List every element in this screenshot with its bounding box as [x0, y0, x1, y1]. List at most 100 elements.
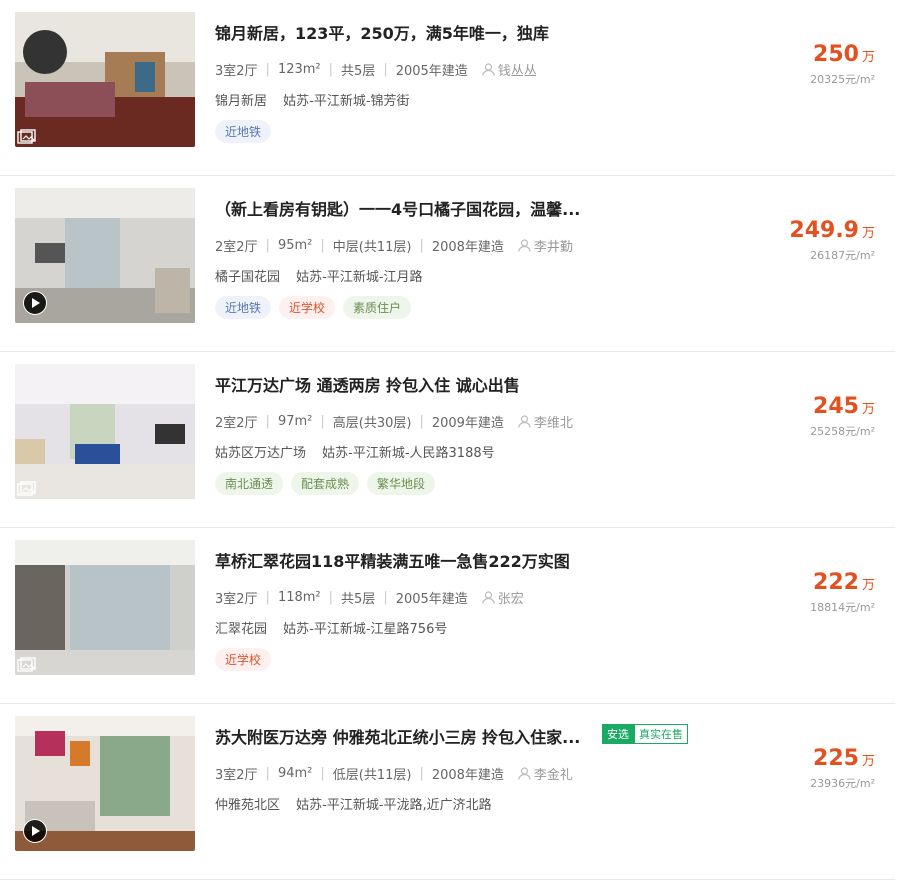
unit-price: 18814元/m² [810, 601, 875, 614]
tag: 近地铁 [215, 296, 272, 319]
floor: 中层(共11层) [332, 240, 412, 255]
badge-anxuan: 安选 [602, 724, 634, 744]
title-badges: 安选 真实在售 [602, 724, 688, 744]
floor: 共5层 [341, 64, 376, 79]
build-year: 2008年建造 [431, 768, 504, 783]
build-year: 2008年建造 [431, 240, 504, 255]
build-year: 2005年建造 [395, 64, 468, 79]
list-item[interactable]: 苏大附医万达旁 仲雅苑北正统小三房 拎包入住家... 安选 真实在售 3室2厅 |… [0, 704, 895, 880]
listing-info: 2室2厅 | 97m² | 高层(共30层) | 2009年建造 李维北 [215, 412, 573, 431]
price-unit: 万 [861, 402, 875, 417]
listing-photo[interactable] [15, 12, 195, 147]
community-link[interactable]: 橘子国花园 [215, 270, 280, 285]
area: 118m² [277, 590, 321, 605]
person-icon [518, 415, 531, 428]
listing-tags: 近地铁 [215, 120, 279, 143]
listing-tags: 近地铁 近学校 素质住户 [215, 296, 419, 319]
tag: 近地铁 [215, 120, 272, 143]
layout: 3室2厅 [215, 592, 258, 607]
tag: 近学校 [215, 648, 272, 671]
agent-name: 钱丛丛 [497, 64, 537, 79]
total-price: 222 [813, 570, 859, 595]
play-icon[interactable] [23, 819, 47, 843]
listing-photo[interactable] [15, 364, 195, 499]
layout: 3室2厅 [215, 64, 258, 79]
agent[interactable]: 钱丛丛 [482, 60, 537, 79]
floor: 高层(共30层) [332, 416, 412, 431]
tag: 素质住户 [343, 296, 412, 319]
area: 94m² [277, 766, 313, 781]
total-price: 225 [813, 746, 859, 771]
price-block: 249.9 万 26187元/m² [789, 218, 875, 263]
listing-title[interactable]: （新上看房有钥匙）一一4号口橘子国花园，温馨... [215, 196, 580, 220]
tag: 繁华地段 [367, 472, 436, 495]
district-link[interactable]: 姑苏-平江新城-人民路3188号 [322, 446, 494, 461]
list-item[interactable]: 草桥汇翠花园118平精装满五唯一急售222万实图 3室2厅 | 118m² | 共5… [0, 528, 895, 704]
price-block: 250 万 20325元/m² [810, 42, 875, 87]
listing-tags: 南北通透 配套成熟 繁华地段 [215, 472, 443, 495]
person-icon [518, 767, 531, 780]
listing-tags: 近学校 [215, 648, 279, 671]
area: 123m² [277, 62, 321, 77]
listing-title[interactable]: 苏大附医万达旁 仲雅苑北正统小三房 拎包入住家... [215, 724, 580, 748]
build-year: 2005年建造 [395, 592, 468, 607]
district-link[interactable]: 姑苏-平江新城-江星路756号 [283, 622, 447, 637]
unit-price: 23936元/m² [810, 777, 875, 790]
community-link[interactable]: 汇翠花园 [215, 622, 267, 637]
person-icon [518, 239, 531, 252]
price-unit: 万 [861, 754, 875, 769]
play-icon[interactable] [23, 291, 47, 315]
total-price: 249.9 [789, 218, 859, 243]
district-link[interactable]: 姑苏-平江新城-锦芳街 [283, 94, 409, 109]
listing-info: 3室2厅 | 118m² | 共5层 | 2005年建造 张宏 [215, 588, 524, 607]
tag: 南北通透 [215, 472, 284, 495]
agent[interactable]: 李井勤 [518, 236, 573, 255]
photo-icon [17, 129, 36, 144]
district-link[interactable]: 姑苏-平江新城-江月路 [296, 270, 422, 285]
agent-name: 李金礼 [533, 768, 573, 783]
agent-name: 张宏 [497, 592, 524, 607]
total-price: 245 [813, 394, 859, 419]
listing-address: 汇翠花园 姑苏-平江新城-江星路756号 [215, 618, 459, 637]
unit-price: 25258元/m² [810, 425, 875, 438]
layout: 2室2厅 [215, 240, 258, 255]
agent[interactable]: 李金礼 [518, 764, 573, 783]
list-item[interactable]: 平江万达广场 通透两房 拎包入住 诚心出售 2室2厅 | 97m² | 高层(共30… [0, 352, 895, 528]
listing-title[interactable]: 草桥汇翠花园118平精装满五唯一急售222万实图 [215, 548, 570, 572]
total-price: 250 [813, 42, 859, 67]
tag: 近学校 [279, 296, 336, 319]
photo-icon [17, 657, 36, 672]
agent[interactable]: 张宏 [482, 588, 524, 607]
price-unit: 万 [861, 226, 875, 241]
listing-address: 姑苏区万达广场 姑苏-平江新城-人民路3188号 [215, 442, 507, 461]
photo-icon [17, 481, 36, 496]
price-block: 225 万 23936元/m² [810, 746, 875, 791]
listing-address: 锦月新居 姑苏-平江新城-锦芳街 [215, 90, 422, 109]
area: 95m² [277, 238, 313, 253]
listing-photo[interactable] [15, 716, 195, 851]
tag: 配套成熟 [291, 472, 360, 495]
listing-info: 3室2厅 | 123m² | 共5层 | 2005年建造 钱丛丛 [215, 60, 537, 79]
district-link[interactable]: 姑苏-平江新城-平泷路,近广济北路 [296, 798, 492, 813]
listing-info: 2室2厅 | 95m² | 中层(共11层) | 2008年建造 李井勤 [215, 236, 573, 255]
listing-photo[interactable] [15, 188, 195, 323]
price-unit: 万 [861, 578, 875, 593]
listing-photo[interactable] [15, 540, 195, 675]
price-block: 222 万 18814元/m² [810, 570, 875, 615]
community-link[interactable]: 仲雅苑北区 [215, 798, 280, 813]
community-link[interactable]: 锦月新居 [215, 94, 267, 109]
community-link[interactable]: 姑苏区万达广场 [215, 446, 306, 461]
list-item[interactable]: 锦月新居，123平，250万，满5年唯一，独库 3室2厅 | 123m² | 共5层… [0, 0, 895, 176]
area: 97m² [277, 414, 313, 429]
floor: 共5层 [341, 592, 376, 607]
price-block: 245 万 25258元/m² [810, 394, 875, 439]
layout: 3室2厅 [215, 768, 258, 783]
unit-price: 20325元/m² [810, 73, 875, 86]
agent[interactable]: 李维北 [518, 412, 573, 431]
build-year: 2009年建造 [431, 416, 504, 431]
listing-address: 仲雅苑北区 姑苏-平江新城-平泷路,近广济北路 [215, 794, 504, 813]
listing-title[interactable]: 锦月新居，123平，250万，满5年唯一，独库 [215, 20, 549, 44]
list-item[interactable]: （新上看房有钥匙）一一4号口橘子国花园，温馨... 2室2厅 | 95m² | 中层… [0, 176, 895, 352]
floor: 低层(共11层) [332, 768, 412, 783]
listing-title[interactable]: 平江万达广场 通透两房 拎包入住 诚心出售 [215, 372, 520, 396]
